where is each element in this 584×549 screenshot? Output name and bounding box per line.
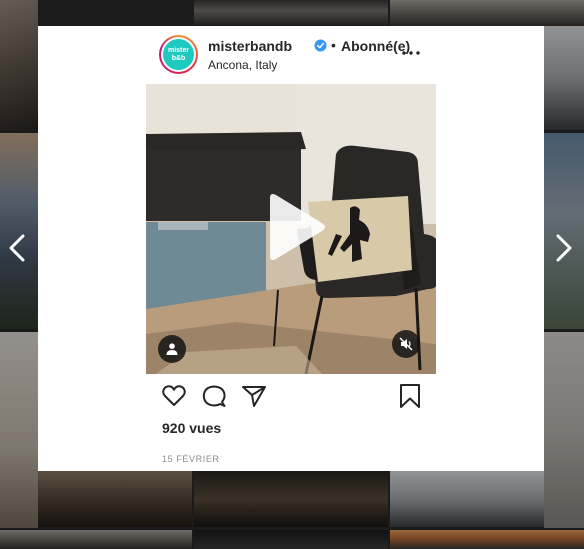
post-video[interactable] <box>146 84 436 374</box>
comment-icon <box>202 385 226 407</box>
heart-icon <box>162 385 186 406</box>
user-tag-icon <box>166 343 178 355</box>
comment-button[interactable] <box>200 382 228 410</box>
mute-toggle-button[interactable] <box>392 330 420 358</box>
post-modal: mister b&b misterbandb • Abonné(e) Ancon… <box>38 26 544 471</box>
verified-badge-icon <box>314 39 327 52</box>
separator-dot: • <box>331 37 336 53</box>
bookmark-icon <box>400 384 420 408</box>
chevron-right-icon <box>556 234 572 262</box>
more-options-icon <box>402 51 420 55</box>
muted-speaker-icon <box>399 337 413 351</box>
play-button[interactable] <box>262 192 328 262</box>
paper-plane-icon <box>242 386 266 407</box>
username-link[interactable]: misterbandb <box>208 38 292 54</box>
avatar-logo: mister b&b <box>163 39 194 70</box>
location-link[interactable]: Ancona, Italy <box>208 58 277 72</box>
like-button[interactable] <box>160 382 188 410</box>
play-icon <box>270 194 325 260</box>
previous-post-button[interactable] <box>6 232 28 264</box>
avatar[interactable]: mister b&b <box>159 35 198 74</box>
chevron-left-icon <box>9 234 25 262</box>
post-header: mister b&b misterbandb • Abonné(e) Ancon… <box>38 26 544 84</box>
post-actions-bar <box>38 382 544 416</box>
share-button[interactable] <box>240 382 268 410</box>
post-date[interactable]: 15 FÉVRIER <box>162 454 220 464</box>
view-count[interactable]: 920 vues <box>162 420 221 436</box>
user-tag-button[interactable] <box>158 335 186 363</box>
save-button[interactable] <box>396 382 424 410</box>
next-post-button[interactable] <box>553 232 575 264</box>
more-options-button[interactable] <box>400 46 422 60</box>
